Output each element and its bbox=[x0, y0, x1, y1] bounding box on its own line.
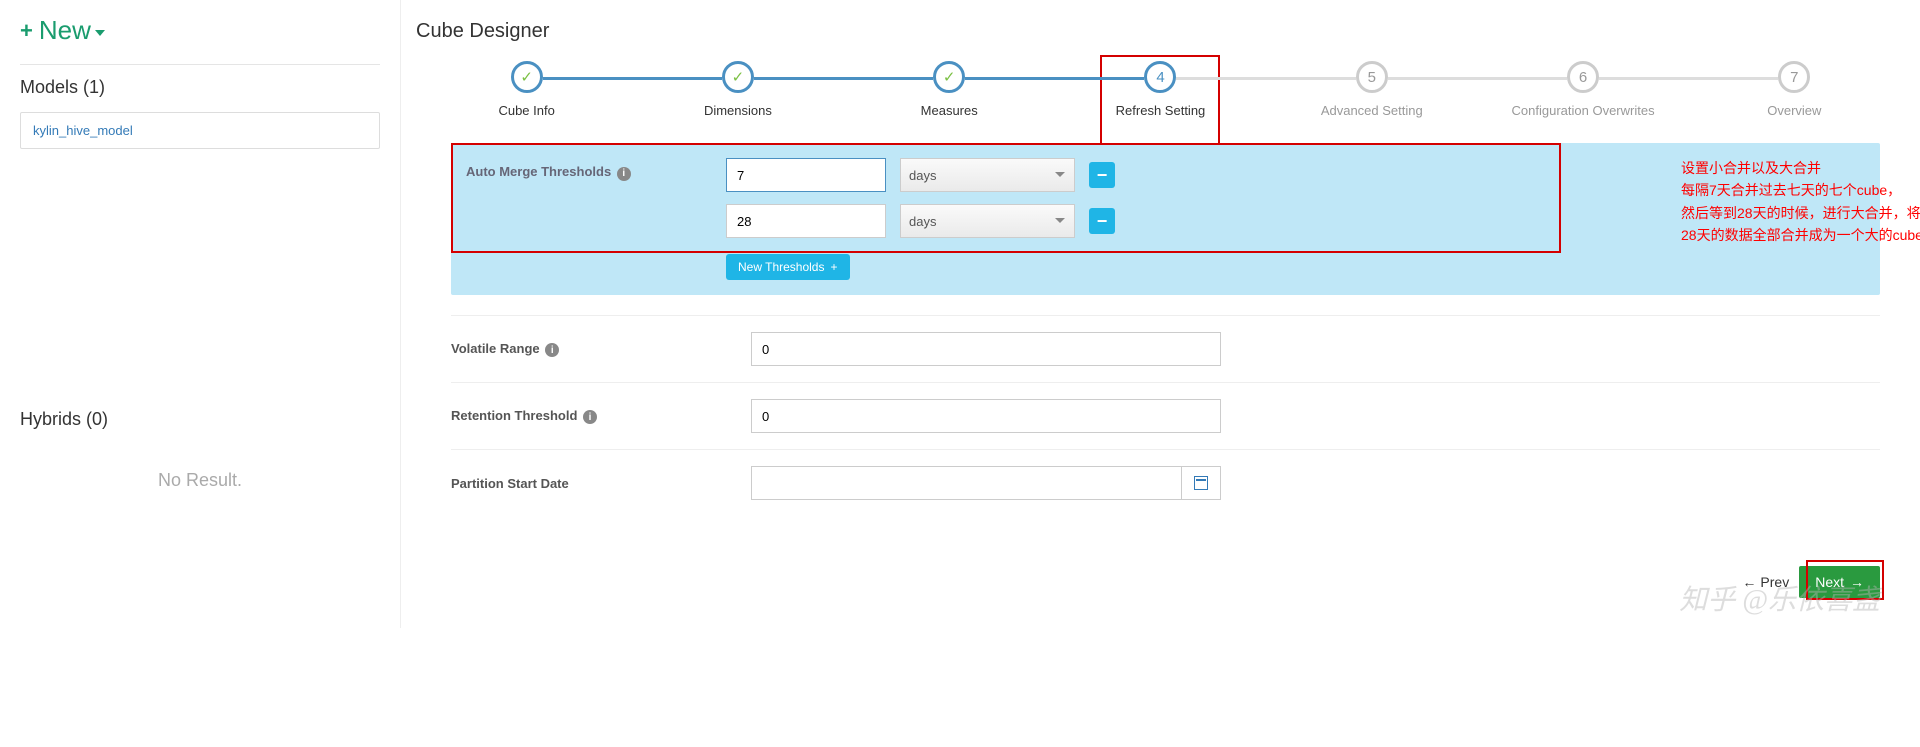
step-overview[interactable]: 7 Overview bbox=[1689, 61, 1900, 118]
remove-threshold-button[interactable]: − bbox=[1089, 162, 1115, 188]
step-number: 6 bbox=[1567, 61, 1599, 93]
volatile-range-row: Volatile Range i bbox=[451, 315, 1880, 382]
retention-threshold-label: Retention Threshold bbox=[451, 408, 577, 423]
next-button[interactable]: Next → bbox=[1799, 566, 1880, 598]
check-icon: ✓ bbox=[722, 61, 754, 93]
threshold-unit-select[interactable]: days bbox=[900, 204, 1075, 238]
step-label: Advanced Setting bbox=[1321, 103, 1423, 118]
page-title: Cube Designer bbox=[401, 20, 1920, 43]
auto-merge-section: Auto Merge Thresholds i days − bbox=[451, 143, 1880, 295]
add-threshold-button[interactable]: New Thresholds + bbox=[726, 254, 850, 280]
threshold-value-input[interactable] bbox=[726, 158, 886, 192]
step-label: Measures bbox=[921, 103, 978, 118]
new-button[interactable]: + New bbox=[20, 15, 105, 46]
volatile-range-label: Volatile Range bbox=[451, 341, 540, 356]
new-label: New bbox=[39, 15, 91, 46]
prev-button[interactable]: ← Prev bbox=[1742, 574, 1789, 590]
retention-threshold-row: Retention Threshold i bbox=[451, 382, 1880, 449]
partition-start-date-label: Partition Start Date bbox=[451, 476, 751, 491]
check-icon: ✓ bbox=[511, 61, 543, 93]
plus-icon: + bbox=[830, 260, 837, 274]
partition-start-date-input[interactable] bbox=[751, 466, 1181, 500]
partition-start-date-row: Partition Start Date bbox=[451, 449, 1880, 516]
check-icon: ✓ bbox=[933, 61, 965, 93]
step-cube-info[interactable]: ✓ Cube Info bbox=[421, 61, 632, 118]
step-label: Cube Info bbox=[498, 103, 554, 118]
wizard-stepper: ✓ Cube Info ✓ Dimensions ✓ Measures 4 Re… bbox=[401, 61, 1920, 118]
annotation-text: 设置小合并以及大合并 每隔7天合并过去七天的七个cube， 然后等到28天的时候… bbox=[1681, 157, 1920, 247]
threshold-value-input[interactable] bbox=[726, 204, 886, 238]
info-icon[interactable]: i bbox=[545, 343, 559, 357]
caret-down-icon bbox=[95, 30, 105, 36]
remove-threshold-button[interactable]: − bbox=[1089, 208, 1115, 234]
step-number: 5 bbox=[1356, 61, 1388, 93]
step-number: 7 bbox=[1778, 61, 1810, 93]
threshold-unit-select[interactable]: days bbox=[900, 158, 1075, 192]
step-dimensions[interactable]: ✓ Dimensions bbox=[632, 61, 843, 118]
step-config-overwrites[interactable]: 6 Configuration Overwrites bbox=[1477, 61, 1688, 118]
calendar-icon bbox=[1194, 476, 1208, 490]
info-icon[interactable]: i bbox=[617, 167, 631, 181]
auto-merge-label: Auto Merge Thresholds i bbox=[466, 158, 696, 280]
step-measures[interactable]: ✓ Measures bbox=[844, 61, 1055, 118]
arrow-left-icon: ← bbox=[1742, 574, 1756, 590]
hybrids-heading: Hybrids (0) bbox=[20, 409, 380, 430]
step-label: Dimensions bbox=[704, 103, 772, 118]
step-advanced-setting[interactable]: 5 Advanced Setting bbox=[1266, 61, 1477, 118]
step-label: Overview bbox=[1767, 103, 1821, 118]
model-link[interactable]: kylin_hive_model bbox=[20, 112, 380, 149]
calendar-button[interactable] bbox=[1181, 466, 1221, 500]
step-refresh-setting[interactable]: 4 Refresh Setting bbox=[1055, 61, 1266, 118]
no-result-text: No Result. bbox=[20, 470, 380, 491]
retention-threshold-input[interactable] bbox=[751, 399, 1221, 433]
plus-icon: + bbox=[20, 18, 33, 44]
models-heading: Models (1) bbox=[20, 77, 380, 98]
arrow-right-icon: → bbox=[1850, 574, 1864, 590]
volatile-range-input[interactable] bbox=[751, 332, 1221, 366]
step-label: Configuration Overwrites bbox=[1512, 103, 1655, 118]
info-icon[interactable]: i bbox=[583, 410, 597, 424]
